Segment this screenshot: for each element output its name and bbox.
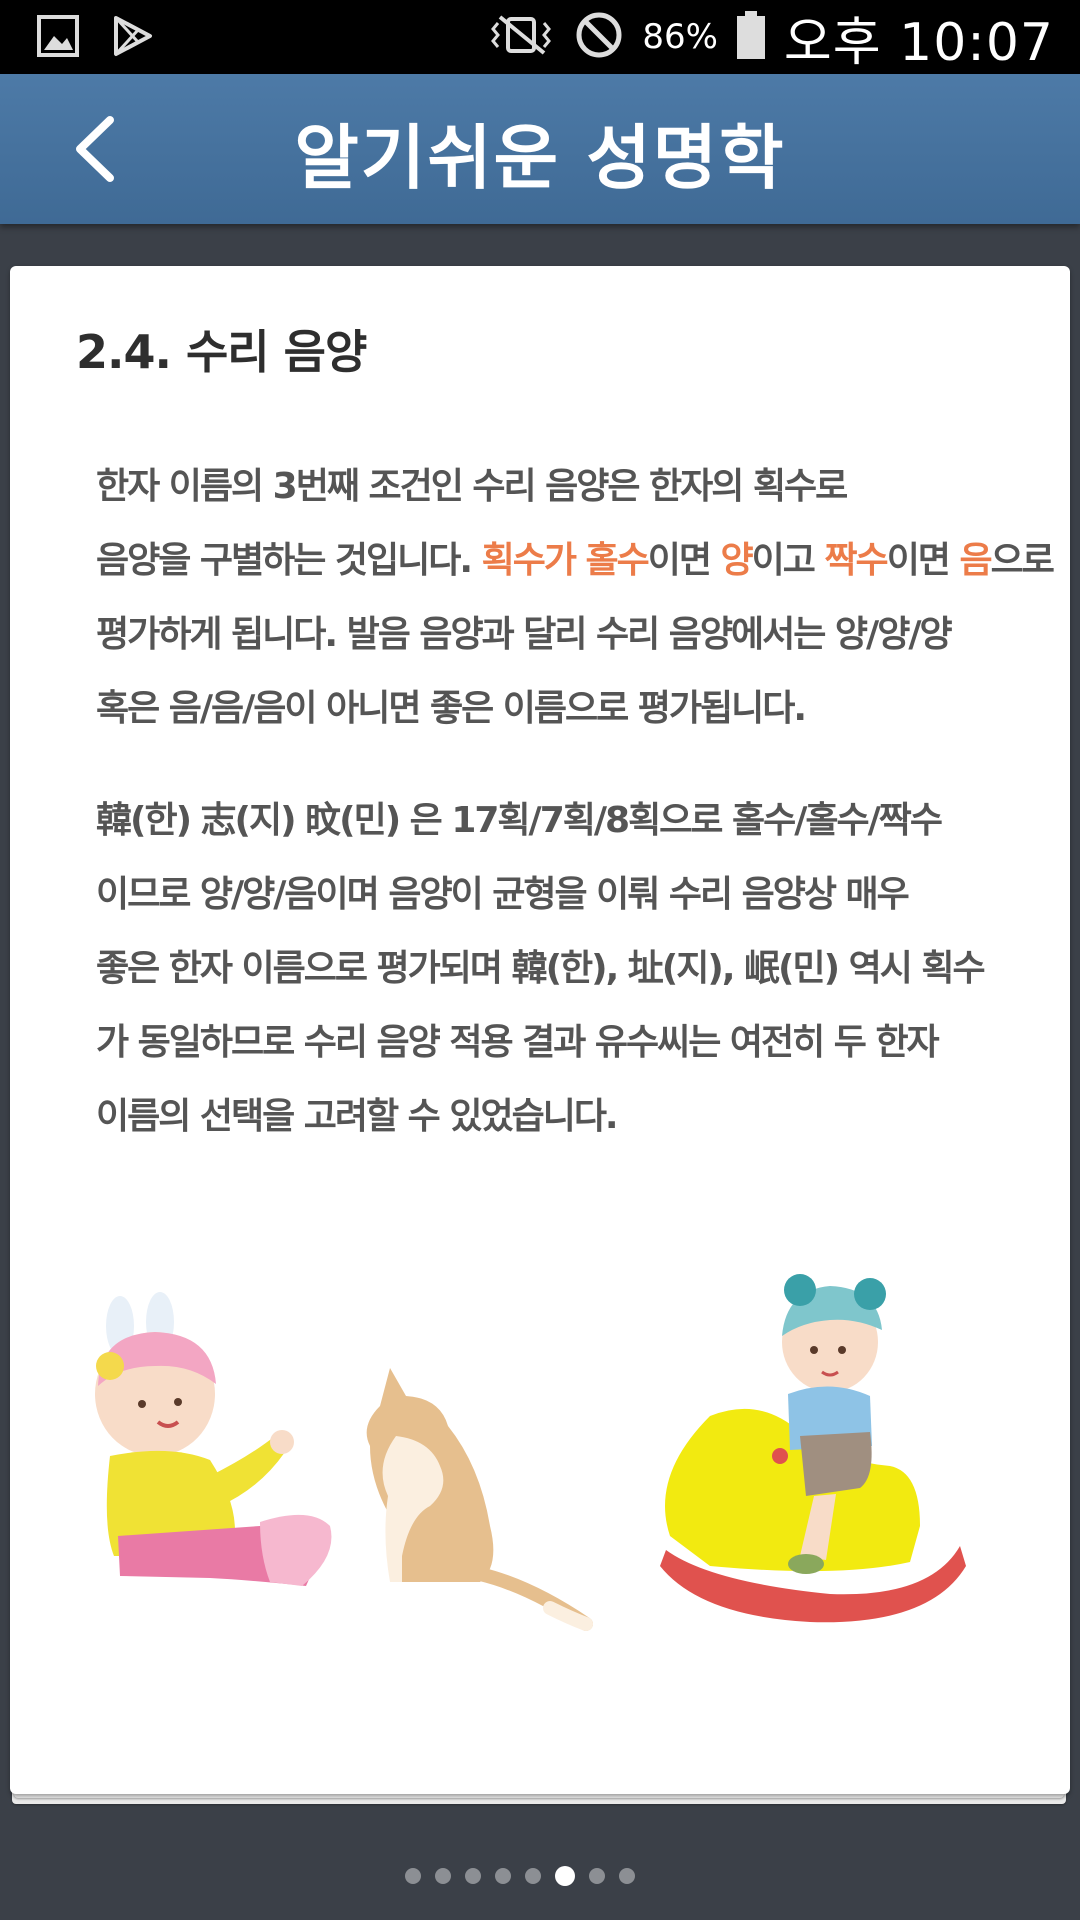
text-line: 韓(한) 志(지) 旼(민) 은 17획/7획/8획으로 홀수/홀수/짝수 bbox=[96, 800, 943, 841]
text-line: 한자 이름의 3번째 조건인 수리 음양은 한자의 획수로 bbox=[96, 466, 848, 507]
page-dot[interactable] bbox=[465, 1868, 481, 1884]
paragraph-1: 한자 이름의 3번째 조건인 수리 음양은 한자의 획수로 음양을 구별하는 것… bbox=[96, 450, 1056, 746]
paragraph-2: 韓(한) 志(지) 旼(민) 은 17획/7획/8획으로 홀수/홀수/짝수 이므… bbox=[96, 784, 1056, 1154]
battery-percent: 86% bbox=[642, 17, 718, 57]
page-dot[interactable] bbox=[435, 1868, 451, 1884]
text-line: 가 동일하므로 수리 음양 적용 결과 유수씨는 여전히 두 한자 bbox=[96, 1022, 940, 1063]
highlight-odd-strokes: 획수가 홀수 bbox=[481, 540, 650, 581]
page-dot[interactable] bbox=[589, 1868, 605, 1884]
text-line: 이므로 양/양/음이며 음양이 균형을 이뤄 수리 음양상 매우 bbox=[96, 874, 910, 915]
content-card[interactable]: 2.4. 수리 음양 한자 이름의 3번째 조건인 수리 음양은 한자의 획수로… bbox=[10, 266, 1070, 1794]
gallery-icon bbox=[36, 14, 80, 62]
baby-girl-figure bbox=[95, 1292, 332, 1586]
app-header: 알기쉬운 성명학 bbox=[0, 74, 1080, 224]
page-indicator bbox=[0, 1866, 1060, 1886]
text-span: 음양을 구별하는 것입니다. bbox=[96, 540, 482, 581]
text-span: 이고 bbox=[751, 540, 825, 581]
vibrate-icon bbox=[486, 13, 556, 61]
highlight-even: 짝수 bbox=[824, 540, 888, 581]
page-title: 알기쉬운 성명학 bbox=[294, 117, 786, 199]
page-dot[interactable] bbox=[405, 1868, 421, 1884]
do-not-disturb-icon bbox=[574, 10, 624, 64]
page-dot-active[interactable] bbox=[555, 1866, 575, 1886]
page-dot[interactable] bbox=[525, 1868, 541, 1884]
status-bar: 86% 오후 10:07 bbox=[0, 0, 1080, 74]
page-dot[interactable] bbox=[619, 1868, 635, 1884]
baby-boy-rocking-horse bbox=[660, 1274, 966, 1623]
text-line: 평가하게 됩니다. 발음 음양과 달리 수리 음양에서는 양/양/양 bbox=[96, 614, 953, 655]
text-line: 이름의 선택을 고려할 수 있었습니다. bbox=[96, 1096, 619, 1137]
text-line: 좋은 한자 이름으로 평가되며 韓(한), 址(지), 岷(민) 역시 획수 bbox=[96, 948, 986, 989]
text-span: 이면 bbox=[886, 540, 960, 581]
text-span: 이면 bbox=[647, 540, 721, 581]
battery-icon bbox=[736, 10, 766, 64]
text-line: 혹은 음/음/음이 아니면 좋은 이름으로 평가됩니다. bbox=[96, 688, 807, 729]
section-title: 2.4. 수리 음양 bbox=[76, 325, 367, 379]
play-store-icon bbox=[110, 14, 154, 62]
page-dot[interactable] bbox=[495, 1868, 511, 1884]
highlight-eum: 음 bbox=[959, 540, 992, 581]
children-illustration bbox=[95, 1274, 966, 1631]
cat-figure bbox=[366, 1368, 593, 1631]
text-span: 으로 bbox=[990, 540, 1055, 581]
clock: 오후 10:07 bbox=[783, 12, 1054, 73]
text-line: 음양을 구별하는 것입니다. 획수가 홀수이면 양이고 짝수이면 음으로 bbox=[96, 524, 1056, 598]
highlight-yang: 양 bbox=[720, 540, 754, 581]
